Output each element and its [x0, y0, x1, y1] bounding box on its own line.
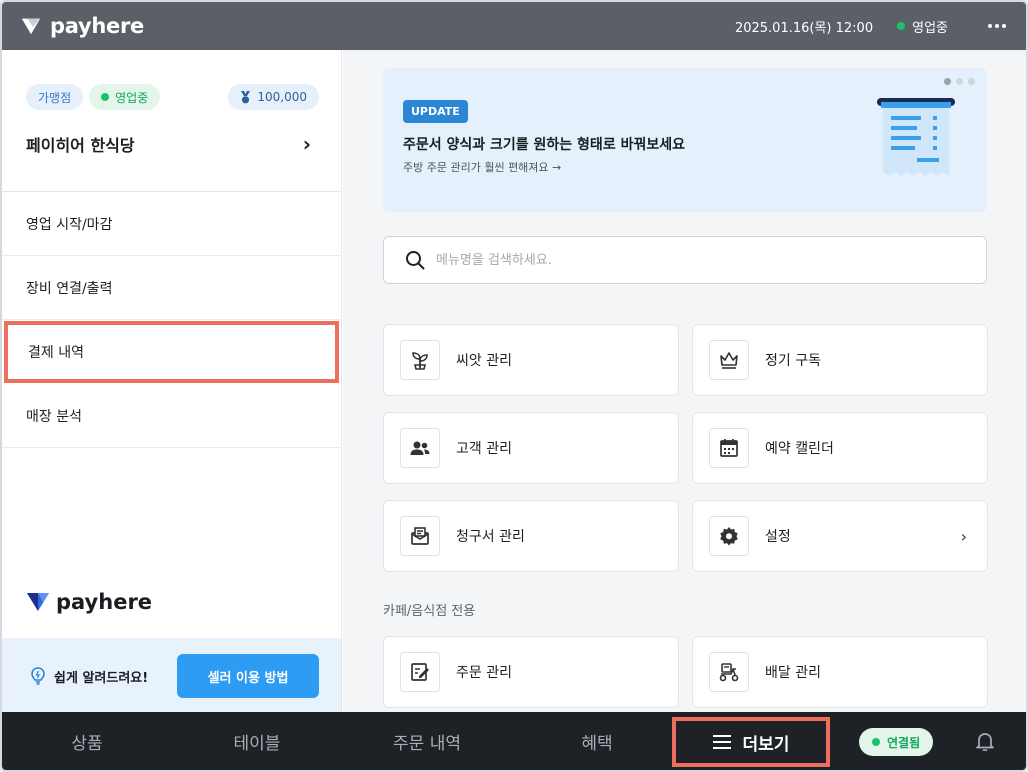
- more-options-button[interactable]: [988, 24, 1006, 28]
- section-label-cafe: 카페/음식점 전용: [383, 604, 476, 619]
- pagination-dot[interactable]: [968, 78, 975, 85]
- tab-label: 테이블: [233, 733, 281, 754]
- help-banner: 쉽게 알려드려요! 셀러 이용 방법: [2, 638, 341, 714]
- sidebar-item-business-open-close[interactable]: 영업 시작/마감: [2, 192, 341, 256]
- pagination-dot[interactable]: [944, 78, 951, 85]
- sidebar-item-payment-history[interactable]: 결제 내역: [4, 321, 339, 383]
- lightbulb-icon: [31, 667, 45, 685]
- store-status-badge: 영업중: [89, 84, 161, 110]
- order-edit-icon: [400, 652, 440, 692]
- card-label: 청구서 관리: [456, 529, 525, 545]
- menu-search-box[interactable]: [383, 236, 987, 284]
- sidebar: 가맹점 영업중 100,000 페이히어 한식당 › 영업 시작/마감 장비 연…: [2, 50, 342, 714]
- store-status-label: 영업중: [912, 20, 948, 36]
- tab-more-label: 더보기: [742, 734, 790, 755]
- card-delivery-management[interactable]: 배달 관리: [692, 636, 988, 708]
- tab-tables[interactable]: 테이블: [172, 712, 342, 770]
- store-type-badge: 가맹점: [26, 84, 84, 110]
- medal-icon: [241, 90, 251, 103]
- banner-title: 주문서 양식과 크기를 원하는 형태로 바꿔보세요: [403, 137, 685, 153]
- tab-label: 혜택: [581, 733, 613, 754]
- card-label: 정기 구독: [765, 353, 821, 369]
- sidebar-brand-name: payhere: [56, 590, 153, 614]
- datetime-display: 2025.01.16(목) 12:00: [734, 20, 874, 36]
- top-bar: payhere 2025.01.16(목) 12:00 영업중: [2, 2, 1026, 50]
- update-badge: UPDATE: [403, 100, 468, 123]
- connection-status-label: 연결됨: [887, 735, 921, 750]
- crown-icon: [709, 340, 749, 380]
- gear-icon: [709, 516, 749, 556]
- search-input[interactable]: [436, 252, 956, 268]
- seller-guide-button[interactable]: 셀러 이용 방법: [177, 654, 319, 698]
- payhere-logo-icon: [27, 593, 49, 611]
- tab-more[interactable]: 더보기: [672, 717, 830, 767]
- sidebar-item-device-connection[interactable]: 장비 연결/출력: [2, 256, 341, 320]
- people-icon: [400, 428, 440, 468]
- sidebar-item-store-analytics[interactable]: 매장 분석: [2, 384, 341, 448]
- update-banner[interactable]: UPDATE 주문서 양식과 크기를 원하는 형태로 바꿔보세요 주방 주문 관…: [383, 68, 987, 212]
- banner-pagination: [944, 78, 975, 85]
- delivery-scooter-icon: [709, 652, 749, 692]
- connection-status-badge[interactable]: 연결됨: [859, 728, 934, 756]
- card-label: 예약 캘린더: [765, 441, 834, 457]
- tab-order-history[interactable]: 주문 내역: [342, 712, 512, 770]
- help-text: 쉽게 알려드려요!: [54, 670, 149, 686]
- card-invoice-management[interactable]: 청구서 관리: [383, 500, 679, 572]
- tab-products[interactable]: 상품: [2, 712, 172, 770]
- sidebar-item-label: 영업 시작/마감: [26, 216, 113, 233]
- card-label: 고객 관리: [456, 441, 512, 457]
- chevron-right-icon: ›: [960, 526, 967, 546]
- points-value: 100,000: [257, 90, 307, 104]
- card-reservation-calendar[interactable]: 예약 캘린더: [692, 412, 988, 484]
- card-seed-management[interactable]: 씨앗 관리: [383, 324, 679, 396]
- banner-subtitle-link[interactable]: 주방 주문 관리가 훨씬 편해져요 →: [403, 159, 561, 175]
- card-label: 씨앗 관리: [456, 353, 512, 369]
- brand-name: payhere: [50, 14, 144, 38]
- card-subscription[interactable]: 정기 구독: [692, 324, 988, 396]
- store-status: 영업중: [897, 17, 948, 36]
- calendar-icon: [709, 428, 749, 468]
- store-name[interactable]: 페이히어 한식당: [26, 132, 135, 156]
- bottom-tab-bar: 상품 테이블 주문 내역 혜택 더보기 연결됨: [2, 712, 1026, 770]
- tab-label: 주문 내역: [393, 733, 461, 754]
- invoice-icon: [400, 516, 440, 556]
- status-dot-icon: [872, 738, 880, 746]
- store-status-badge-label: 영업중: [115, 90, 149, 105]
- search-icon: [406, 251, 425, 270]
- store-header: 가맹점 영업중 100,000 페이히어 한식당 ›: [2, 50, 341, 192]
- card-label: 설정: [765, 529, 791, 545]
- sprout-icon: [400, 340, 440, 380]
- sidebar-item-label: 결제 내역: [28, 345, 84, 361]
- card-label: 주문 관리: [456, 665, 512, 681]
- card-settings[interactable]: 설정 ›: [692, 500, 988, 572]
- pagination-dot[interactable]: [956, 78, 963, 85]
- status-dot-icon: [101, 93, 110, 101]
- card-customer-management[interactable]: 고객 관리: [383, 412, 679, 484]
- points-badge[interactable]: 100,000: [228, 84, 319, 110]
- chevron-right-icon[interactable]: ›: [303, 132, 311, 156]
- receipt-illustration-icon: [877, 98, 955, 176]
- hamburger-menu-icon: [712, 731, 731, 753]
- card-order-management[interactable]: 주문 관리: [383, 636, 679, 708]
- sidebar-brand-logo: payhere: [26, 590, 152, 614]
- main-content: UPDATE 주문서 양식과 크기를 원하는 형태로 바꿔보세요 주방 주문 관…: [343, 50, 1026, 714]
- tab-benefits[interactable]: 혜택: [512, 712, 682, 770]
- sidebar-item-label: 매장 분석: [26, 408, 82, 425]
- bell-icon[interactable]: [974, 730, 996, 752]
- status-dot-icon: [897, 22, 906, 30]
- payhere-logo-icon: [21, 18, 41, 35]
- brand-logo: payhere: [20, 14, 144, 38]
- tab-label: 상품: [71, 733, 103, 754]
- app-frame: payhere 2025.01.16(목) 12:00 영업중 가맹점 영업중: [0, 0, 1028, 772]
- card-label: 배달 관리: [765, 665, 821, 681]
- sidebar-item-label: 장비 연결/출력: [26, 280, 113, 297]
